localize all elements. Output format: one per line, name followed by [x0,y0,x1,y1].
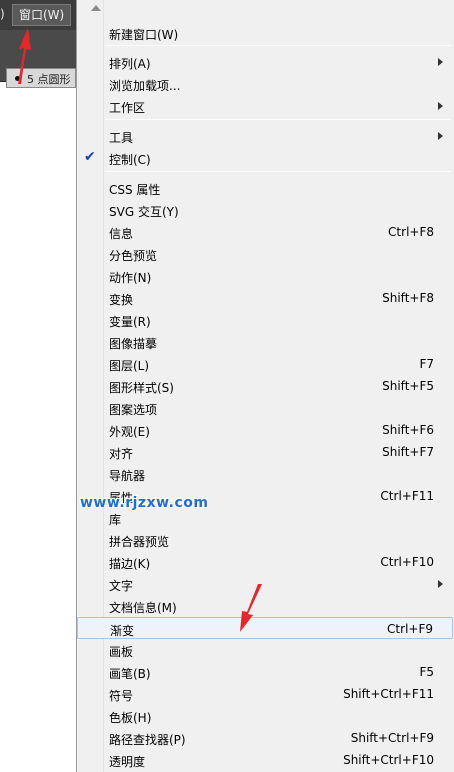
menu-item-label: 图像描摹 [109,337,158,351]
menu-item[interactable]: 图形样式(S) Shift+F5 [77,375,453,397]
menu-item-label: 库 [109,513,122,527]
menu-item-label: 路径查找器(P) [109,733,186,747]
menu-item-shortcut: Ctrl+F10 [380,555,434,569]
menu-item[interactable]: 分色预览 [77,243,453,265]
menu-item[interactable]: 浏览加载项... [77,73,453,95]
menu-item-label: 导航器 [109,469,146,483]
annotation-arrow-icon [240,584,262,632]
menu-item[interactable]: 符号 Shift+Ctrl+F11 [77,683,453,705]
menubar: ) 窗口(W) [0,0,76,30]
chevron-right-icon [438,132,443,140]
menu-item-label: 画板 [109,645,134,659]
window-menu[interactable]: 窗口(W) [12,4,72,26]
menu-item-label: 浏览加载项... [109,79,181,93]
menu-item-label: 文字 [109,579,134,593]
menu-separator [105,119,451,120]
menu-item[interactable]: 路径查找器(P) Shift+Ctrl+F9 [77,727,453,749]
menu-item[interactable]: 图层(L) F7 [77,353,453,375]
chevron-right-icon [438,58,443,66]
menu-item-shortcut: Ctrl+F9 [387,622,433,636]
menu-item[interactable]: 拼合器预览 [77,529,453,551]
menu-item[interactable]: 描边(K) Ctrl+F10 [77,551,453,573]
menu-item-label: 图形样式(S) [109,381,174,395]
menu-item-shortcut: Ctrl+F11 [380,489,434,503]
menu-item-label: 图层(L) [109,359,150,373]
menu-item[interactable]: 画笔(B) F5 [77,661,453,683]
menubar-fragment: ) [0,7,5,21]
menu-item-label: CSS 属性 [109,183,161,197]
chevron-right-icon [438,102,443,110]
menu-item[interactable]: 透明度 Shift+Ctrl+F10 [77,749,453,771]
menu-item[interactable]: 变换 Shift+F8 [77,287,453,309]
menu-item-shortcut: Shift+Ctrl+F9 [350,731,434,745]
menu-item-label: 工具 [109,131,134,145]
menu-item-shortcut: Shift+F6 [382,423,434,437]
menu-item-label: 控制(C) [109,153,151,167]
menu-item-label: 排列(A) [109,57,151,71]
menu-item[interactable]: 新建窗口(W) [77,22,453,44]
menu-item-label: 渐变 [110,624,135,638]
menu-item[interactable]: SVG 交互(Y) [77,199,453,221]
scroll-up-icon[interactable] [91,5,101,11]
watermark: www.rjzxw.com [80,495,209,511]
menu-separator [105,45,451,46]
menu-item-label: 变量(R) [109,315,151,329]
menu-item-label: 分色预览 [109,249,158,263]
menu-item-label: 拼合器预览 [109,535,170,549]
menu-item[interactable]: 工具 [77,125,453,147]
menu-item-shortcut: F5 [419,665,434,679]
menu-item[interactable]: 图案选项 [77,397,453,419]
menu-item[interactable]: 导航器 [77,463,453,485]
menu-item-label: SVG 交互(Y) [109,205,179,219]
menu-item[interactable]: 信息 Ctrl+F8 [77,221,453,243]
menu-item-shortcut: Shift+Ctrl+F10 [343,753,434,767]
menu-item-shortcut: Shift+Ctrl+F11 [343,687,434,701]
menu-item-label: 变换 [109,293,134,307]
menu-item[interactable]: 外观(E) Shift+F6 [77,419,453,441]
menu-item[interactable]: 文字 [77,573,453,595]
menu-item-label: 对齐 [109,447,134,461]
menu-item[interactable]: 变量(R) [77,309,453,331]
window-dropdown-menu: 新建窗口(W) 排列(A) 浏览加载项... 工作区工具 ✔ 控制(C) CSS 属性 SVG… [76,0,454,772]
menu-item-label: 信息 [109,227,134,241]
menu-item[interactable]: 画板 [77,639,453,661]
menu-item[interactable]: 工作区 [77,95,453,117]
menu-item-label: 描边(K) [109,557,151,571]
menu-item-label: 图案选项 [109,403,158,417]
menu-item-shortcut: Shift+F7 [382,445,434,459]
menu-separator [105,171,451,172]
menu-item-shortcut: Shift+F5 [382,379,434,393]
menu-item[interactable]: 色板(H) [77,705,453,727]
menu-item-label: 画笔(B) [109,667,151,681]
menu-item-label: 文档信息(M) [109,601,177,615]
menu-item-label: 工作区 [109,101,146,115]
menu-item-shortcut: Ctrl+F8 [388,225,434,239]
menu-item[interactable]: 对齐 Shift+F7 [77,441,453,463]
menu-item-label: 色板(H) [109,711,152,725]
check-icon: ✔ [84,149,96,165]
menu-item-shortcut: Shift+F8 [382,291,434,305]
menu-item-label: 外观(E) [109,425,150,439]
menu-item-label: 符号 [109,689,134,703]
menu-item-shortcut: F7 [419,357,434,371]
menu-item[interactable]: 文档信息(M) [77,595,453,617]
menu-item[interactable]: 动作(N) [77,265,453,287]
menu-item[interactable]: 渐变 Ctrl+F9 [77,617,453,639]
menu-item[interactable]: 图像描摹 [77,331,453,353]
chevron-right-icon [438,580,443,588]
annotation-arrow-icon [18,28,31,84]
menu-item-label: 透明度 [109,755,146,769]
menu-item-label: 新建窗口(W) [109,28,179,42]
menu-item[interactable]: 排列(A) [77,51,453,73]
menu-item-label: 动作(N) [109,271,152,285]
menu-item[interactable]: CSS 属性 [77,177,453,199]
menu-item[interactable]: ✔ 控制(C) [77,147,453,169]
